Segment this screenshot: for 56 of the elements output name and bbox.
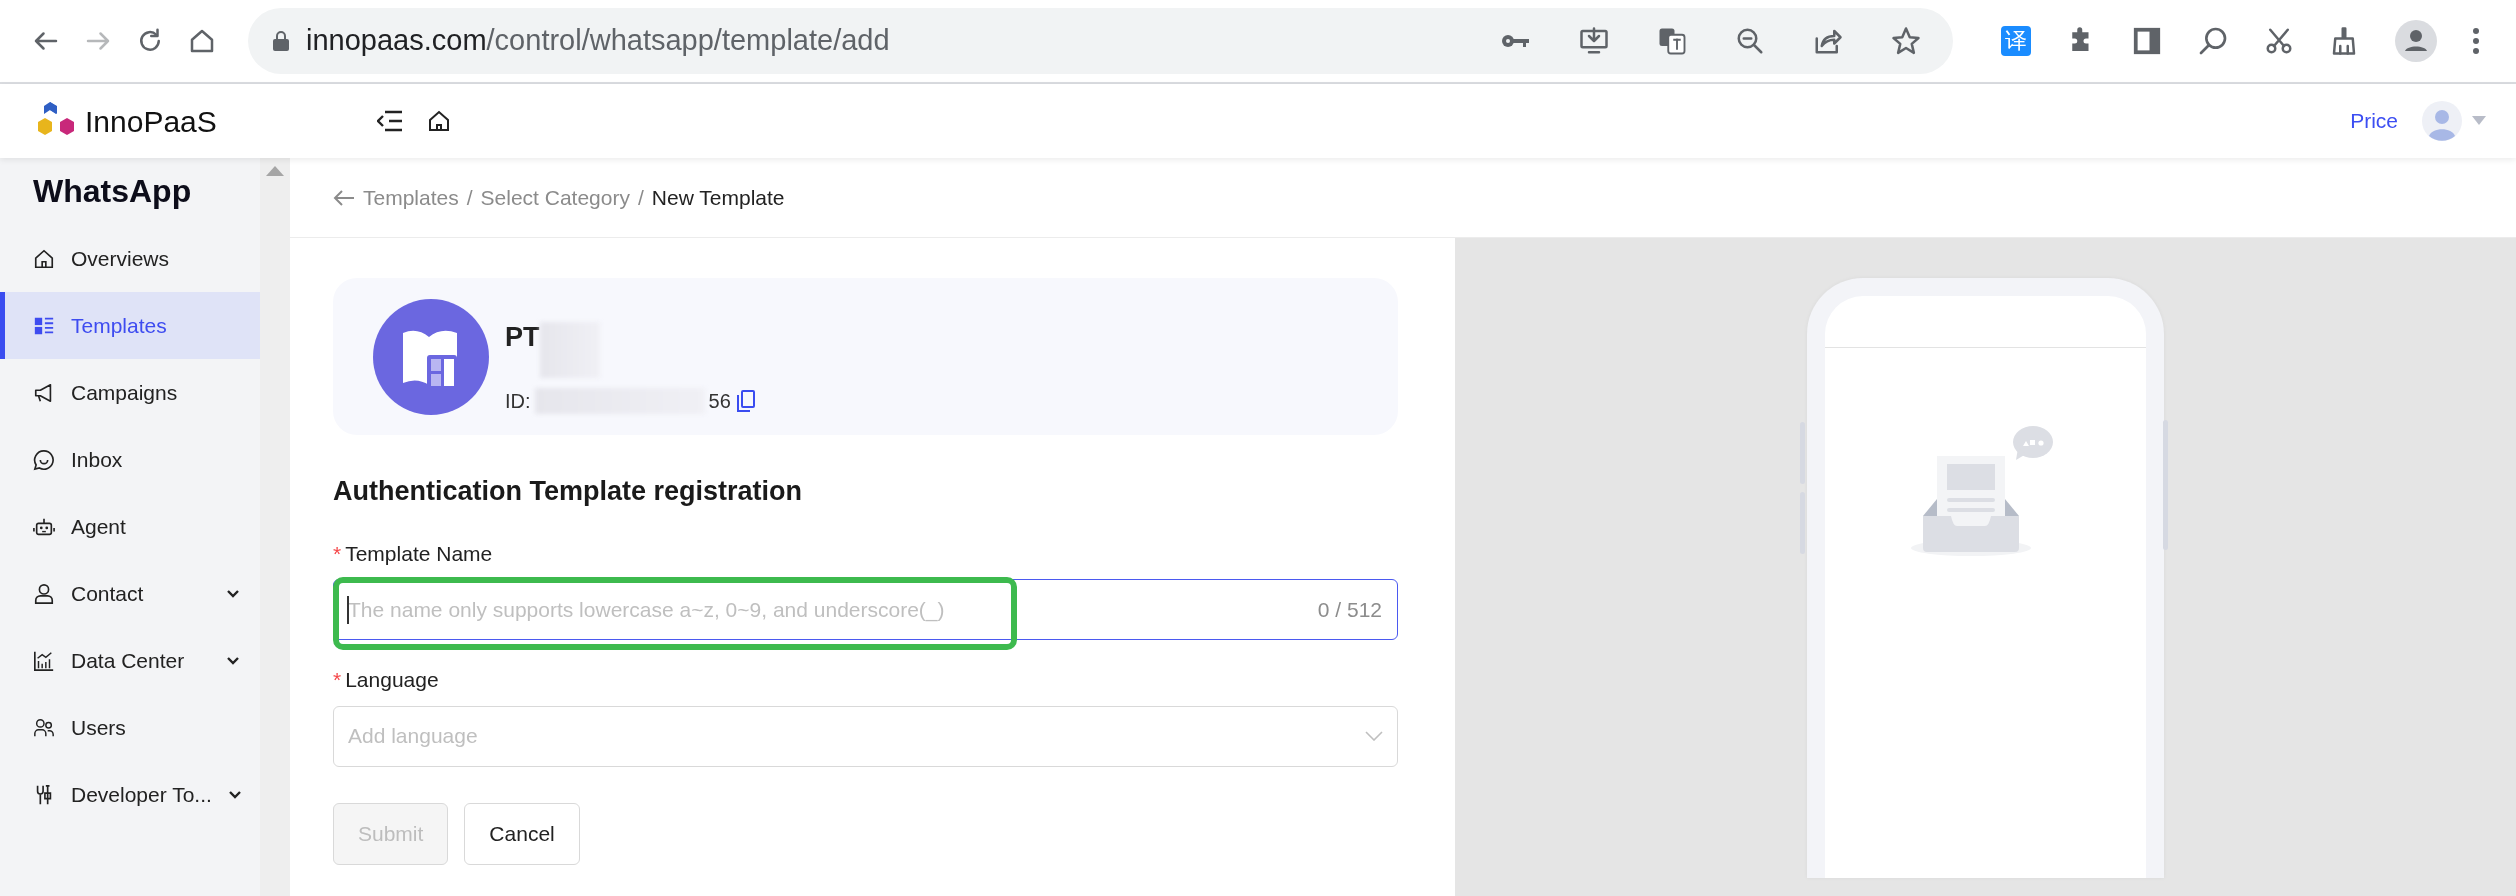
field-label: Language [345, 667, 439, 693]
sidebar-item[interactable]: Agent [0, 493, 260, 560]
sidebar-item-label: Users [71, 714, 127, 741]
sidebar-item-label: Inbox [71, 446, 124, 473]
section-title: WhatsApp [32, 172, 193, 211]
breadcrumb-separator: / [466, 184, 473, 211]
bar-chart-icon [33, 649, 55, 672]
sidebar-item-label: Data Center [71, 647, 186, 674]
account-id-suffix: 56 [708, 388, 731, 414]
sidebar-item[interactable]: Campaigns [0, 359, 260, 426]
character-counter: 0 / 512 [1317, 596, 1382, 623]
account-name: PT [505, 321, 540, 355]
sidebar-item-label: Developer To... [71, 781, 212, 808]
breadcrumb-current: New Template [651, 184, 785, 211]
chevron-down-icon [1365, 731, 1383, 741]
sidebar-item[interactable]: Users [0, 694, 260, 761]
url-text: innopaas.com/control/whatsapp/template/add [306, 23, 890, 59]
text-cursor [347, 596, 349, 624]
menu-dots-icon[interactable] [2471, 26, 2480, 56]
collapse-menu-icon[interactable] [376, 110, 403, 132]
sidebar-item[interactable]: Overviews [0, 225, 260, 292]
required-asterisk: * [333, 540, 342, 567]
required-asterisk: * [333, 667, 342, 693]
users-icon [33, 716, 55, 739]
account-avatar-icon [373, 298, 489, 415]
bookmark-star-icon[interactable] [1891, 26, 1921, 56]
account-id-label: ID: [505, 388, 531, 414]
brand-name: InnoPaaS [85, 103, 217, 140]
field-label: Template Name [345, 540, 493, 567]
zoom-out-icon[interactable] [1735, 26, 1765, 56]
sidebar-item[interactable]: Contact [0, 560, 260, 627]
profile-avatar-icon[interactable] [2394, 20, 2437, 62]
cancel-button[interactable]: Cancel [464, 802, 580, 865]
sidebar-item[interactable]: Inbox [0, 426, 260, 493]
side-panel-icon[interactable] [2131, 26, 2162, 56]
back-arrow-icon[interactable] [333, 188, 355, 207]
sidebar-item[interactable]: Data Center [0, 627, 260, 694]
install-icon[interactable] [1579, 26, 1609, 56]
home-icon[interactable] [426, 109, 451, 133]
price-link[interactable]: Price [2350, 105, 2398, 137]
chat-bubble-icon [33, 448, 55, 471]
sidebar-item-label: Campaigns [71, 379, 179, 406]
copy-icon[interactable] [736, 389, 755, 412]
form-heading: Authentication Template registration [333, 475, 804, 508]
sidebar-item[interactable]: Developer To... [0, 761, 260, 828]
breadcrumb-separator: / [638, 184, 644, 211]
lock-icon [272, 30, 290, 52]
translate-icon[interactable] [1657, 26, 1687, 56]
sidebar-item-label: Agent [71, 513, 127, 540]
sidebar-item-label: Templates [71, 312, 168, 339]
sidebar-item-label: Overviews [71, 245, 171, 272]
person-icon [33, 582, 55, 605]
sidebar-item[interactable]: Templates [0, 292, 260, 359]
address-bar[interactable]: innopaas.com/control/whatsapp/template/add [248, 8, 1953, 74]
sidebar-item-label: Contact [71, 580, 145, 607]
home-icon [33, 247, 55, 270]
